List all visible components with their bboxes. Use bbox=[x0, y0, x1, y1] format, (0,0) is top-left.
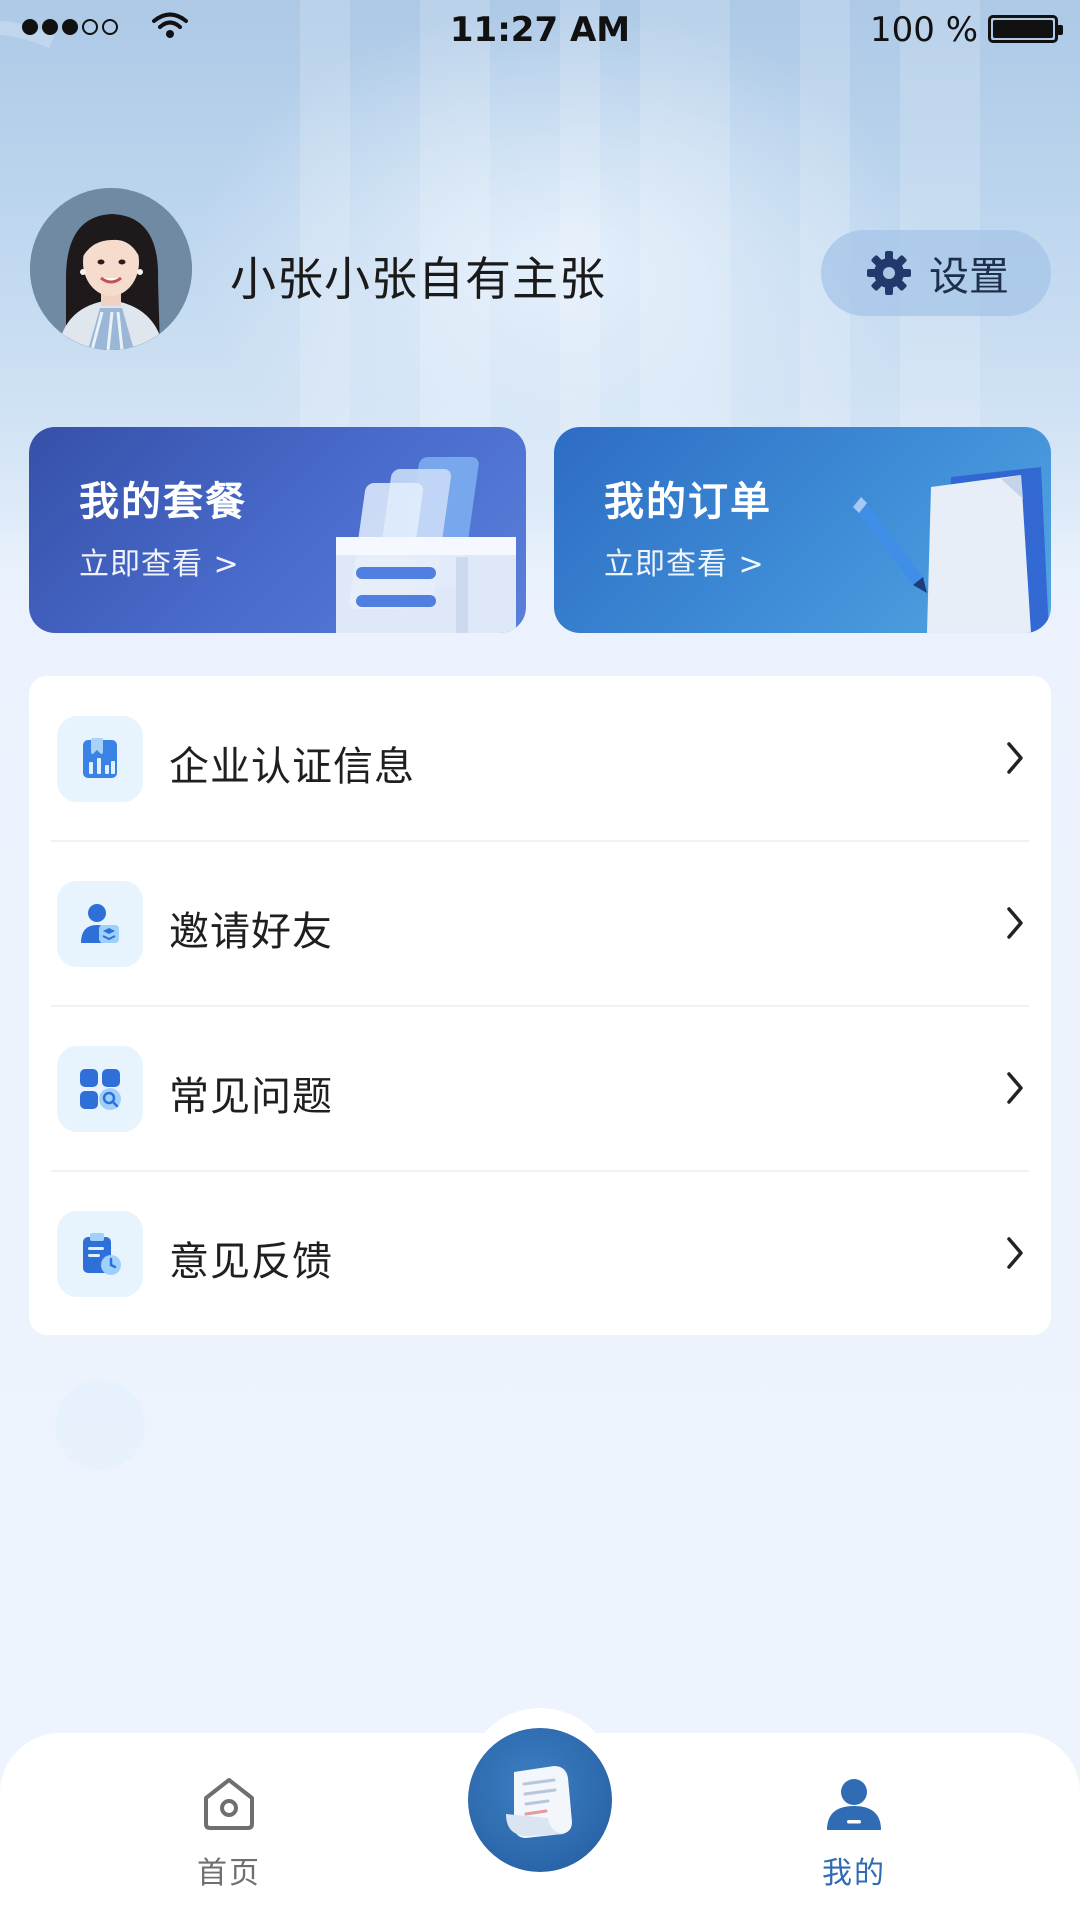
view-now-link[interactable]: 立即查看 > bbox=[79, 539, 240, 583]
settings-label: 设置 bbox=[929, 254, 1009, 300]
chevron-right-icon bbox=[1007, 742, 1023, 774]
menu-list: 企业认证信息 邀请好友 常见问题 意见反馈 bbox=[29, 676, 1051, 1335]
tab-home[interactable]: 首页 bbox=[149, 1772, 309, 1892]
faq-search-icon bbox=[80, 1069, 121, 1110]
menu-item-label: 企业认证信息 bbox=[169, 744, 415, 790]
battery-icon bbox=[988, 15, 1063, 43]
home-icon bbox=[204, 1778, 254, 1830]
tab-label: 首页 bbox=[197, 1856, 261, 1891]
card-title: 我的订单 bbox=[604, 479, 772, 525]
profile-page: 11:27 AM 100 % 小张小张自有主张 设置 我的套餐 立即查看 > 我… bbox=[0, 0, 1080, 1920]
menu-item-enterprise-certification[interactable]: 企业认证信息 bbox=[29, 676, 1051, 841]
menu-item-feedback[interactable]: 意见反馈 bbox=[29, 1171, 1051, 1336]
invite-user-icon bbox=[81, 904, 119, 943]
enterprise-certificate-icon bbox=[83, 738, 117, 778]
chevron-right-icon bbox=[1007, 907, 1023, 939]
status-bar: 11:27 AM 100 % bbox=[0, 0, 1080, 60]
menu-item-faq[interactable]: 常见问题 bbox=[29, 1006, 1051, 1171]
menu-item-label: 意见反馈 bbox=[169, 1239, 333, 1285]
view-now-link[interactable]: 立即查看 > bbox=[604, 539, 765, 583]
avatar[interactable] bbox=[30, 188, 192, 350]
feedback-clipboard-icon bbox=[83, 1233, 121, 1275]
decorative-circle bbox=[55, 1380, 145, 1470]
username: 小张小张自有主张 bbox=[230, 252, 606, 306]
my-package-card[interactable]: 我的套餐 立即查看 > bbox=[29, 427, 526, 633]
document-scroll-icon bbox=[506, 1766, 572, 1838]
order-document-icon bbox=[853, 467, 1049, 633]
gear-icon bbox=[867, 251, 911, 295]
settings-button[interactable]: 设置 bbox=[821, 230, 1051, 316]
chevron-right-icon bbox=[1007, 1072, 1023, 1104]
card-title: 我的套餐 bbox=[79, 479, 247, 525]
tab-label: 我的 bbox=[822, 1856, 886, 1891]
menu-item-label: 常见问题 bbox=[169, 1074, 333, 1120]
menu-item-label: 邀请好友 bbox=[169, 909, 333, 955]
center-action-button[interactable] bbox=[468, 1728, 612, 1872]
battery-percentage: 100 % bbox=[869, 10, 978, 50]
user-icon bbox=[827, 1779, 881, 1830]
my-orders-card[interactable]: 我的订单 立即查看 > bbox=[554, 427, 1051, 633]
chevron-right-icon bbox=[1007, 1237, 1023, 1269]
tab-mine[interactable]: 我的 bbox=[774, 1772, 934, 1892]
package-tray-icon bbox=[336, 457, 516, 633]
menu-item-invite-friends[interactable]: 邀请好友 bbox=[29, 841, 1051, 1006]
